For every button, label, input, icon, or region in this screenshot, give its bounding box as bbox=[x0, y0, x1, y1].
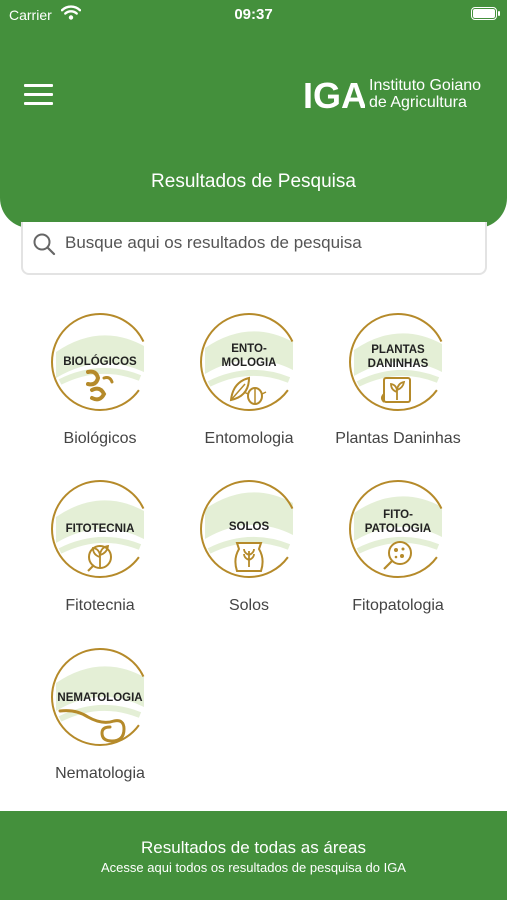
search-bar[interactable] bbox=[21, 222, 487, 275]
category-label: Fitopatologia bbox=[352, 597, 444, 614]
category-label: Plantas Daninhas bbox=[335, 430, 461, 447]
nematode-icon bbox=[58, 709, 126, 743]
iga-logo-mark-icon: IGA bbox=[303, 77, 365, 111]
iga-logo: IGA Instituto Goiano de Agricultura bbox=[303, 75, 493, 115]
badge-title: FITO- PATOLOGIA bbox=[364, 509, 432, 535]
category-label: Biológicos bbox=[63, 430, 137, 447]
all-results-banner[interactable]: Resultados de todas as áreas Acesse aqui… bbox=[0, 811, 507, 900]
category-badge: FITO- PATOLOGIA bbox=[348, 479, 448, 579]
status-bar: Carrier 09:37 bbox=[0, 0, 507, 30]
category-biologicos[interactable]: BIOLÓGICOS Biológicos bbox=[20, 312, 180, 472]
search-input[interactable] bbox=[65, 230, 475, 256]
category-label: Solos bbox=[228, 597, 270, 614]
badge-title: FITOTECNIA bbox=[65, 523, 135, 535]
logo-text-line1: Instituto Goiano bbox=[369, 77, 482, 94]
clock: 09:37 bbox=[234, 6, 273, 23]
category-plantas-daninhas[interactable]: PLANTAS DANINHAS Plantas Daninhas bbox=[318, 312, 478, 472]
category-badge: NEMATOLOGIA bbox=[50, 647, 150, 747]
microbe-icon bbox=[383, 541, 412, 570]
category-badge: SOLOS bbox=[199, 479, 299, 579]
category-nematologia[interactable]: NEMATOLOGIA Nematologia bbox=[20, 647, 180, 807]
category-fitopatologia[interactable]: FITO- PATOLOGIA Fitopatologia bbox=[318, 479, 478, 639]
category-entomologia[interactable]: ENTO- MOLOGIA Entomologia bbox=[169, 312, 329, 472]
category-badge: BIOLÓGICOS bbox=[50, 312, 150, 412]
category-badge: FITOTECNIA bbox=[50, 479, 150, 579]
category-label: Fitotecnia bbox=[65, 597, 135, 614]
badge-title: ENTO- MOLOGIA bbox=[221, 343, 277, 369]
seed-bag-icon bbox=[234, 542, 264, 572]
battery-cap bbox=[498, 11, 500, 16]
badge-title: PLANTAS DANINHAS bbox=[367, 344, 429, 370]
banner-title: Resultados de todas as áreas bbox=[141, 838, 366, 857]
category-label: Nematologia bbox=[55, 765, 145, 782]
sprout-globe-icon bbox=[87, 544, 112, 572]
search-icon bbox=[32, 232, 56, 261]
weed-scroll-icon bbox=[381, 377, 411, 403]
badge-title: NEMATOLOGIA bbox=[57, 692, 143, 704]
app-header: Carrier 09:37 IGA Instituto Goiano de Ag… bbox=[0, 0, 507, 228]
category-badge: PLANTAS DANINHAS bbox=[348, 312, 448, 412]
category-label: Entomologia bbox=[204, 430, 294, 447]
banner-subtitle: Acesse aqui todos os resultados de pesqu… bbox=[101, 860, 406, 875]
category-badge: ENTO- MOLOGIA bbox=[199, 312, 299, 412]
svg-text:IGA: IGA bbox=[303, 77, 365, 111]
category-fitotecnia[interactable]: FITOTECNIA Fitotecnia bbox=[20, 479, 180, 639]
beetle-leaf-icon bbox=[229, 376, 267, 405]
hamburger-menu-icon[interactable] bbox=[24, 84, 54, 106]
badge-title: SOLOS bbox=[228, 521, 270, 533]
battery-icon bbox=[471, 7, 497, 20]
logo-text-line2: de Agricultura bbox=[369, 94, 467, 111]
category-solos[interactable]: SOLOS Solos bbox=[169, 479, 329, 639]
page-title: Resultados de Pesquisa bbox=[151, 171, 356, 192]
larvae-icon bbox=[86, 369, 114, 402]
